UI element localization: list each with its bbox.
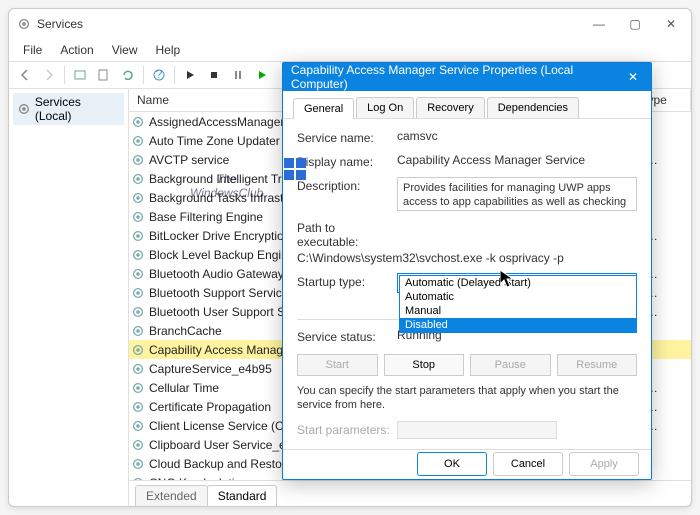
menu-view[interactable]: View [104, 41, 146, 59]
gear-icon [131, 248, 145, 262]
apply-button: Apply [569, 452, 639, 476]
svg-text:?: ? [156, 68, 163, 81]
gear-icon [131, 153, 145, 167]
restart-service-button[interactable] [251, 64, 273, 86]
titlebar: Services — ▢ ✕ [9, 9, 691, 39]
dialog-close-button[interactable]: ✕ [623, 70, 643, 84]
services-icon [17, 17, 31, 31]
back-button[interactable] [14, 64, 36, 86]
cancel-button[interactable]: Cancel [493, 452, 563, 476]
startup-type-dropdown[interactable]: Automatic (Delayed Start) Automatic Manu… [399, 275, 637, 333]
pause-service-button[interactable] [227, 64, 249, 86]
export-button[interactable] [93, 64, 115, 86]
refresh-button[interactable] [117, 64, 139, 86]
gear-icon [131, 134, 145, 148]
help-button[interactable]: ? [148, 64, 170, 86]
tab-general[interactable]: General [293, 98, 354, 119]
menu-action[interactable]: Action [52, 41, 101, 59]
value-description: Provides facilities for managing UWP app… [397, 177, 637, 211]
option-disabled[interactable]: Disabled [400, 318, 636, 332]
bottom-tabs: Extended Standard [129, 480, 691, 506]
tree-root[interactable]: Services (Local) [13, 93, 124, 125]
properties-dialog: Capability Access Manager Service Proper… [282, 62, 652, 480]
menubar: File Action View Help [9, 39, 691, 61]
dialog-titlebar: Capability Access Manager Service Proper… [283, 63, 651, 91]
option-automatic[interactable]: Automatic [400, 290, 636, 304]
dialog-tabs: General Log On Recovery Dependencies [283, 91, 651, 119]
label-service-status: Service status: [297, 328, 397, 344]
window-title: Services [37, 17, 83, 31]
label-description: Description: [297, 177, 397, 193]
option-manual[interactable]: Manual [400, 304, 636, 318]
label-service-name: Service name: [297, 129, 397, 145]
pause-button: Pause [470, 354, 551, 376]
stop-service-button[interactable] [203, 64, 225, 86]
tab-standard[interactable]: Standard [207, 485, 278, 506]
dialog-footer: OK Cancel Apply [283, 449, 651, 479]
gear-icon [131, 400, 145, 414]
gear-icon [131, 172, 145, 186]
gear-icon [131, 343, 145, 357]
gear-icon [17, 102, 31, 116]
label-display-name: Display name: [297, 153, 397, 169]
tab-extended[interactable]: Extended [135, 485, 208, 506]
properties-button[interactable] [69, 64, 91, 86]
tab-logon[interactable]: Log On [356, 97, 414, 118]
tab-dependencies[interactable]: Dependencies [487, 97, 579, 118]
gear-icon [131, 305, 145, 319]
value-path: C:\Windows\system32\svchost.exe -k ospri… [297, 251, 637, 265]
stop-button[interactable]: Stop [384, 354, 465, 376]
gear-icon [131, 115, 145, 129]
label-startup-type: Startup type: [297, 273, 397, 289]
gear-icon [131, 419, 145, 433]
label-path: Path to executable: [297, 219, 397, 249]
maximize-button[interactable]: ▢ [623, 17, 647, 31]
close-button[interactable]: ✕ [659, 17, 683, 31]
gear-icon [131, 438, 145, 452]
forward-button[interactable] [38, 64, 60, 86]
value-service-name: camsvc [397, 129, 637, 143]
menu-file[interactable]: File [15, 41, 50, 59]
gear-icon [131, 191, 145, 205]
gear-icon [131, 324, 145, 338]
gear-icon [131, 229, 145, 243]
start-service-button[interactable] [179, 64, 201, 86]
gear-icon [131, 267, 145, 281]
start-button: Start [297, 354, 378, 376]
gear-icon [131, 210, 145, 224]
gear-icon [131, 457, 145, 471]
minimize-button[interactable]: — [587, 17, 611, 31]
tab-recovery[interactable]: Recovery [416, 97, 484, 118]
tree-pane: Services (Local) [9, 89, 129, 506]
menu-help[interactable]: Help [148, 41, 189, 59]
resume-button: Resume [557, 354, 638, 376]
option-auto-delayed[interactable]: Automatic (Delayed Start) [400, 276, 636, 290]
ok-button[interactable]: OK [417, 452, 487, 476]
start-params-input [397, 421, 557, 439]
gear-icon [131, 362, 145, 376]
gear-icon [131, 286, 145, 300]
label-start-params: Start parameters: [297, 421, 397, 437]
value-display-name: Capability Access Manager Service [397, 153, 637, 167]
note-text: You can specify the start parameters tha… [297, 384, 637, 413]
dialog-title: Capability Access Manager Service Proper… [291, 63, 623, 91]
gear-icon [131, 381, 145, 395]
